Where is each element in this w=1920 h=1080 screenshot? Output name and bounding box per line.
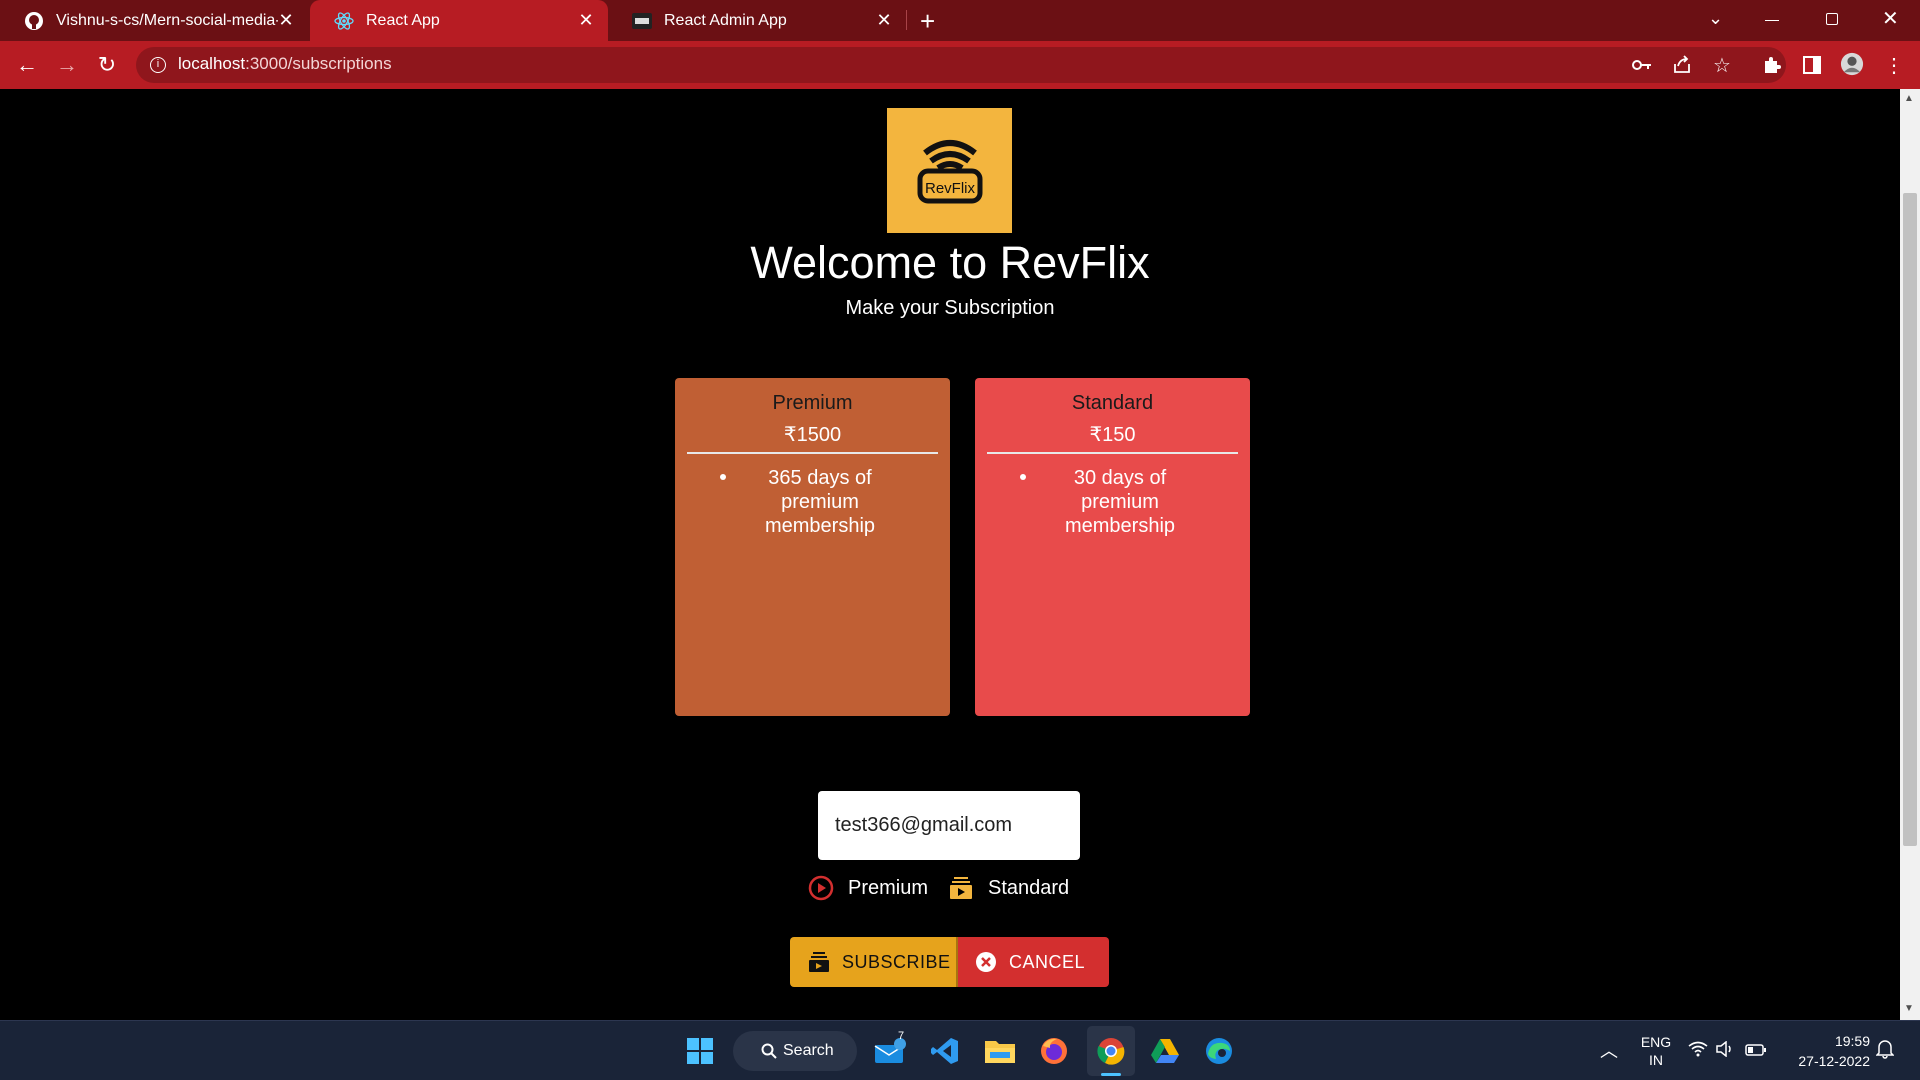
plan-price: ₹1500: [783, 424, 842, 446]
cancel-button[interactable]: CANCEL: [958, 937, 1109, 987]
radio-premium[interactable]: Premium: [808, 873, 928, 903]
scrollbar-thumb[interactable]: [1903, 193, 1917, 846]
tab-github[interactable]: Vishnu-s-cs/Mern-social-media-a ✕: [0, 0, 308, 41]
side-panel-icon[interactable]: [1800, 53, 1824, 77]
chrome-app-icon[interactable]: [1091, 1031, 1131, 1071]
tab-title: Vishnu-s-cs/Mern-social-media-a: [56, 11, 278, 29]
url-path: :3000/subscriptions: [245, 54, 392, 73]
page-scrollbar[interactable]: ▲ ▼: [1900, 89, 1920, 1020]
plan-feature: 365 days of premium membership: [764, 467, 876, 537]
radio-label: Premium: [848, 876, 929, 899]
bullet-dot: [1020, 474, 1026, 480]
cancel-circle-icon: [975, 951, 997, 973]
browser-tab-strip: Vishnu-s-cs/Mern-social-media-a ✕ React …: [0, 0, 1920, 41]
search-icon: [761, 1043, 777, 1059]
key-icon[interactable]: [1630, 53, 1654, 77]
tab-react-admin-app[interactable]: React Admin App ✕: [608, 0, 906, 41]
play-circle-icon: [808, 875, 834, 901]
app-icon: [632, 11, 652, 31]
profile-avatar[interactable]: [1840, 52, 1864, 76]
plan-name: Premium: [772, 392, 853, 414]
tray-chevron-icon[interactable]: ︿: [1600, 1037, 1618, 1063]
plan-card-standard[interactable]: Standard ₹150 30 days of premium members…: [975, 378, 1250, 716]
plan-feature: 30 days of premium membership: [1064, 467, 1176, 537]
close-window-icon[interactable]: ✕: [1882, 6, 1899, 31]
revflix-logo: RevFlix: [887, 108, 1012, 233]
plan-divider: [987, 452, 1238, 454]
subscriptions-icon: [948, 875, 974, 901]
clock-time: 19:59: [1834, 1033, 1870, 1049]
tab-close-icon[interactable]: ✕: [874, 10, 894, 30]
new-tab-icon[interactable]: +: [920, 6, 935, 37]
mail-badge: 7: [898, 1030, 905, 1042]
wifi-icon[interactable]: [1688, 1041, 1708, 1062]
mail-app-icon[interactable]: 7: [870, 1030, 910, 1071]
tab-close-icon[interactable]: ✕: [276, 10, 296, 30]
bookmark-star-icon[interactable]: ☆: [1710, 53, 1734, 77]
plan-card-premium[interactable]: Premium ₹1500 365 days of premium member…: [675, 378, 950, 716]
page-title: Welcome to RevFlix: [750, 237, 1150, 288]
tab-title: React Admin App: [664, 11, 787, 29]
page-subtitle: Make your Subscription: [845, 297, 1055, 319]
url-text: localhost:3000/subscriptions: [178, 54, 392, 74]
vscode-app-icon[interactable]: [925, 1031, 965, 1071]
clock[interactable]: 19:59 27-12-2022: [1780, 1031, 1870, 1071]
cancel-label: CANCEL: [1009, 951, 1086, 972]
scroll-down-icon[interactable]: ▼: [1904, 1003, 1914, 1014]
subscribe-button[interactable]: SUBSCRIBE: [790, 937, 956, 987]
minimize-icon[interactable]: [1765, 20, 1779, 21]
radio-label: Standard: [988, 876, 1070, 899]
tab-close-icon[interactable]: ✕: [576, 10, 596, 30]
notification-bell-icon[interactable]: [1875, 1039, 1895, 1064]
extensions-icon[interactable]: [1760, 53, 1784, 77]
site-info-icon[interactable]: i: [150, 57, 166, 73]
plan-name: Standard: [1071, 392, 1154, 414]
active-app-indicator: [1101, 1073, 1121, 1076]
plan-price: ₹150: [1089, 424, 1136, 446]
github-icon: [24, 11, 44, 31]
bullet-dot: [720, 474, 726, 480]
clock-date: 27-12-2022: [1798, 1053, 1870, 1069]
browser-menu-icon[interactable]: ⋮: [1882, 53, 1906, 77]
email-field[interactable]: [818, 791, 1080, 860]
battery-icon[interactable]: [1745, 1043, 1767, 1061]
taskbar-search[interactable]: Search: [733, 1031, 857, 1071]
share-icon[interactable]: [1670, 53, 1694, 77]
subscriptions-icon: [808, 951, 830, 973]
edge-app-icon[interactable]: [1199, 1031, 1239, 1071]
tab-search-chevron-icon[interactable]: ⌄: [1708, 8, 1723, 29]
reload-icon[interactable]: ↻: [95, 52, 119, 77]
back-icon[interactable]: ←: [15, 52, 39, 77]
tab-divider: [906, 10, 907, 30]
search-label: Search: [783, 1042, 834, 1059]
restore-icon[interactable]: [1826, 13, 1838, 25]
file-explorer-icon[interactable]: [980, 1031, 1020, 1071]
tab-title: React App: [366, 11, 440, 29]
lang-top: ENG: [1640, 1034, 1672, 1050]
lang-bottom: IN: [1649, 1052, 1663, 1068]
react-icon: [334, 11, 354, 31]
logo-text: RevFlix: [924, 180, 975, 197]
windows-taskbar: Search 7 ︿ ENG IN 19:59 27-12-2022: [0, 1020, 1920, 1080]
firefox-app-icon[interactable]: [1034, 1031, 1074, 1071]
tab-react-app[interactable]: React App ✕: [310, 0, 608, 41]
google-drive-icon[interactable]: [1145, 1031, 1185, 1071]
volume-icon[interactable]: [1716, 1040, 1734, 1062]
subscribe-label: SUBSCRIBE: [842, 951, 951, 972]
plan-divider: [687, 452, 938, 454]
url-host: localhost: [178, 54, 246, 73]
language-indicator[interactable]: ENG IN: [1638, 1033, 1674, 1069]
forward-icon[interactable]: →: [55, 52, 79, 77]
windows-start-icon[interactable]: [680, 1031, 720, 1071]
radio-standard[interactable]: Standard: [948, 873, 1069, 903]
scroll-up-icon[interactable]: ▲: [1904, 93, 1914, 104]
